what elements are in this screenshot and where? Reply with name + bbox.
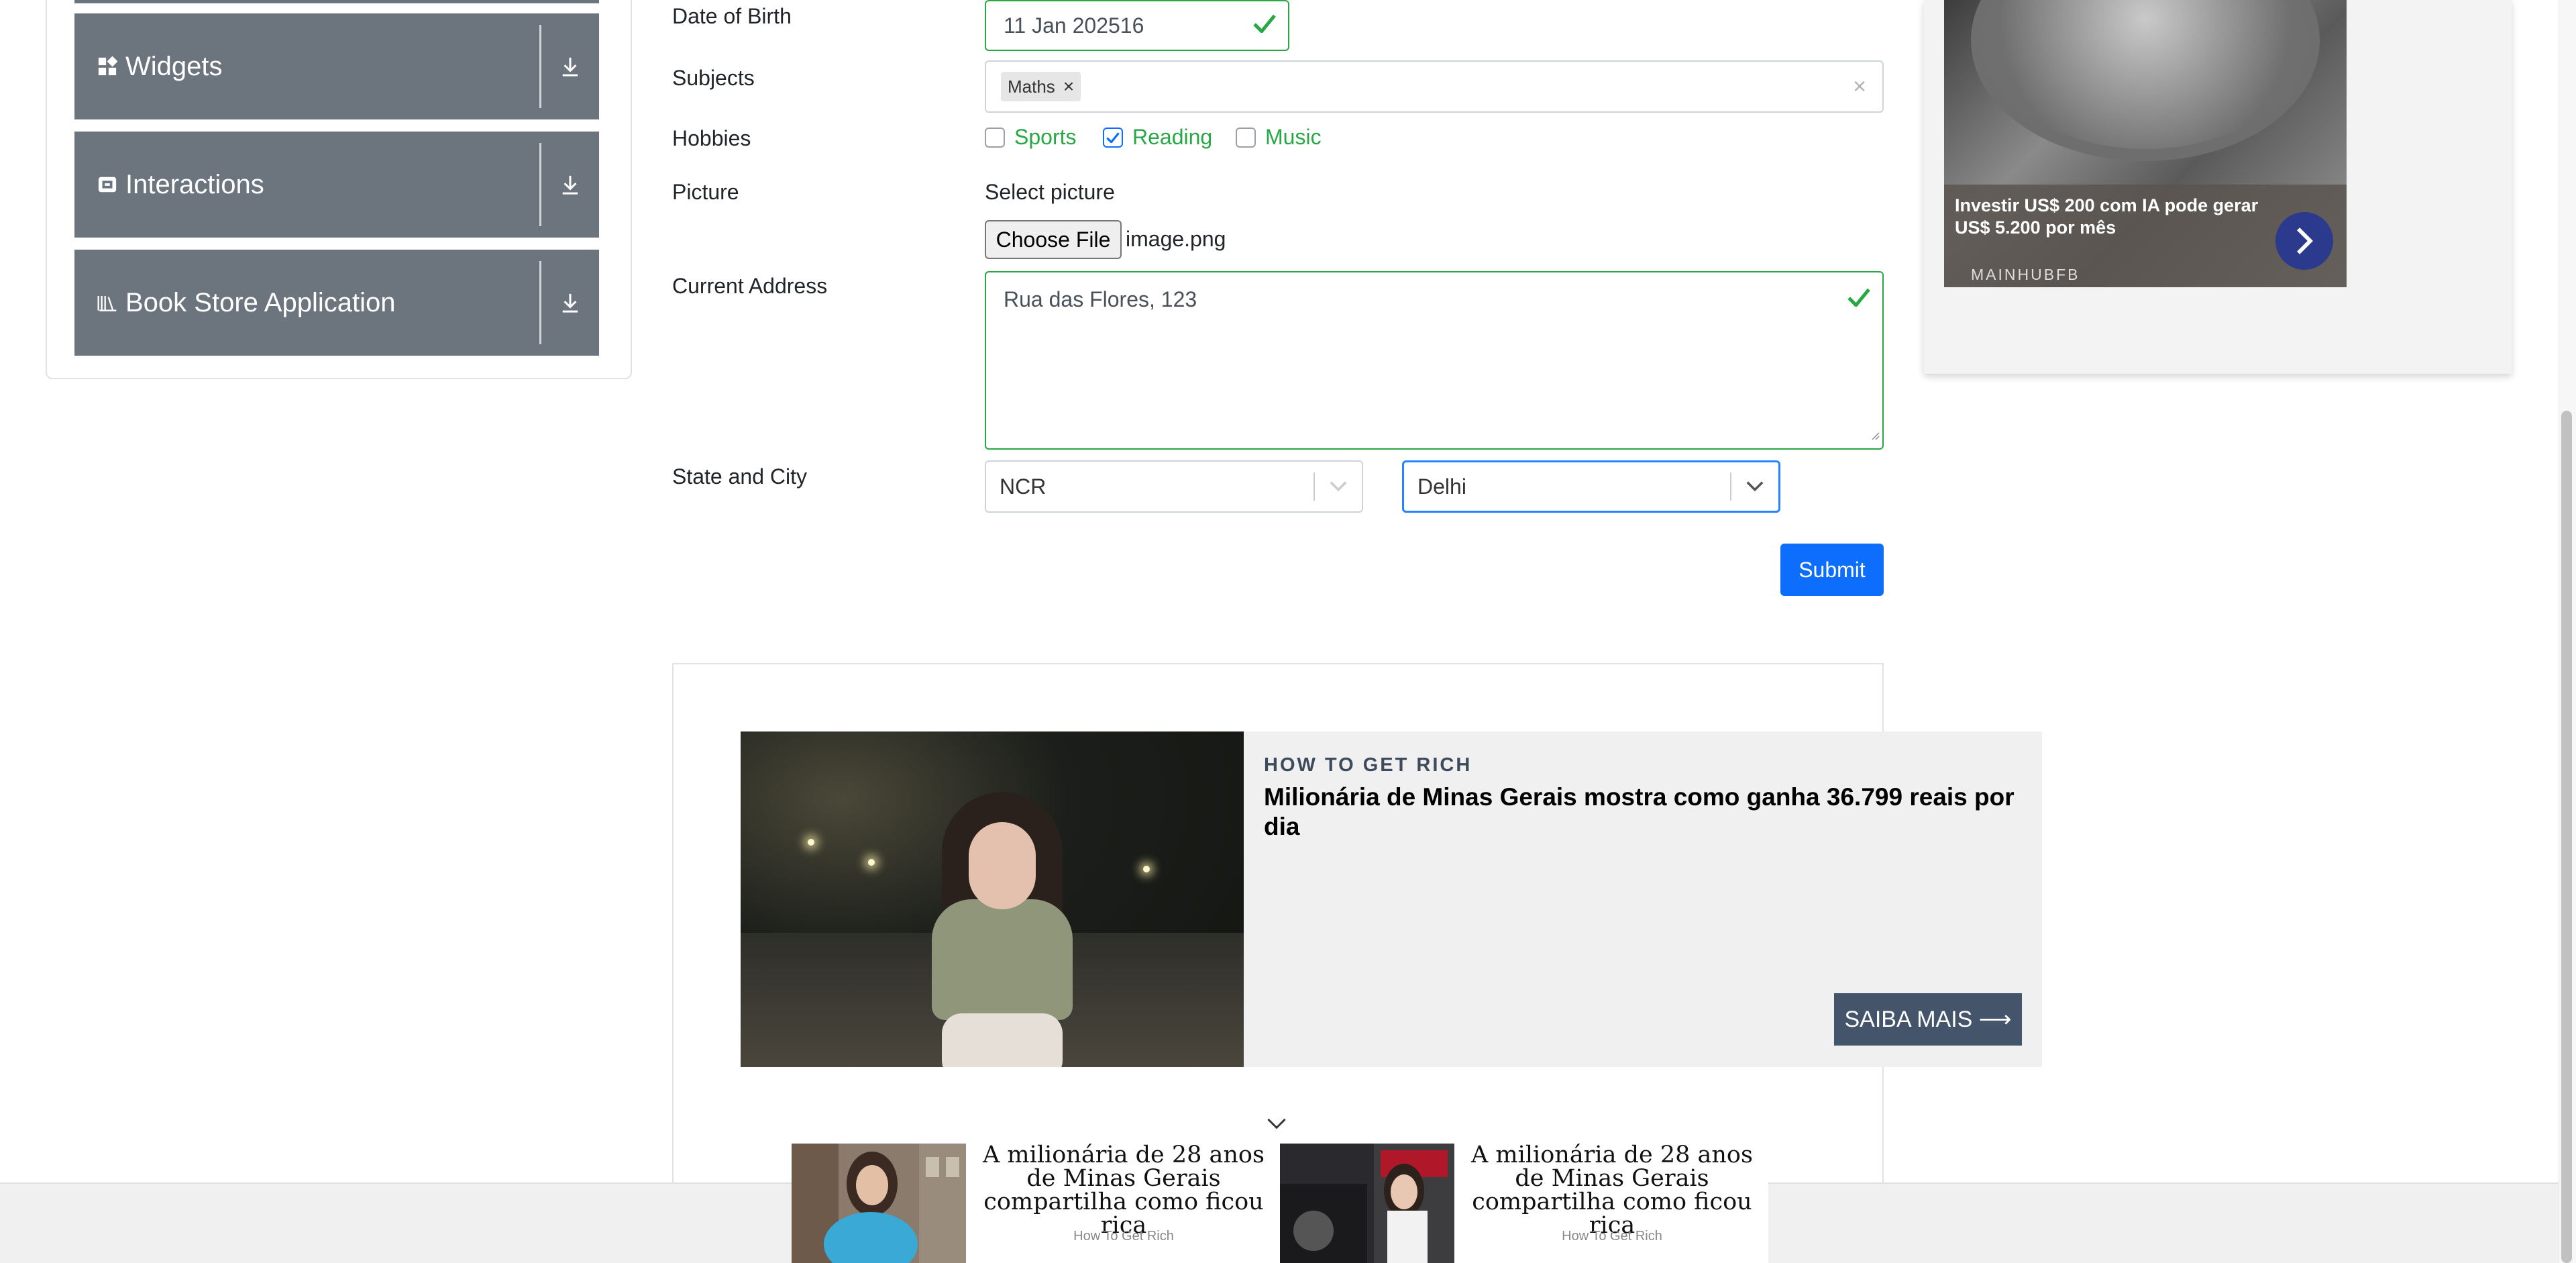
bottom-ad-title: A milionária de 28 anos de Minas Gerais … [983, 1142, 1265, 1239]
hobby-sports[interactable]: Sports [985, 125, 1076, 150]
chip-label: Maths [1008, 76, 1055, 97]
ad-image-figure [969, 822, 1036, 909]
file-name: image.png [1126, 227, 1226, 251]
choose-file-button[interactable]: Choose File [985, 220, 1122, 259]
sidebar-group-label: Interactions [125, 169, 264, 199]
sidebar-group-label: Widgets [125, 51, 223, 81]
download-icon[interactable] [541, 174, 599, 195]
check-icon [1253, 13, 1276, 38]
bottom-ad-card[interactable]: A milionária de 28 anos de Minas Gerais … [1280, 1144, 1768, 1263]
bottom-ad-image [792, 1144, 966, 1263]
clear-icon[interactable]: × [1853, 74, 1866, 100]
ad-cta-button[interactable]: SAIBA MAIS ⟶ [1834, 993, 2022, 1046]
submit-button[interactable]: Submit [1780, 544, 1884, 596]
city-select[interactable]: Delhi [1402, 460, 1780, 513]
sidebar-group-book-store[interactable]: Book Store Application [74, 250, 599, 356]
bottom-ad-image [1280, 1144, 1454, 1263]
chip-remove-icon[interactable]: × [1063, 76, 1074, 97]
checkbox[interactable] [1236, 127, 1256, 148]
hobby-label: Reading [1132, 125, 1213, 149]
ad-image-lamp [1143, 866, 1150, 872]
coin-graphic [1971, 0, 2320, 161]
ad-image-figure [942, 1013, 1063, 1067]
resize-handle-icon[interactable] [1870, 421, 1880, 446]
side-ad-text[interactable]: Investir US$ 200 com IA pode gerar US$ 5… [1955, 195, 2284, 239]
ad-headline[interactable]: Milionária de Minas Gerais mostra como g… [1264, 782, 2022, 842]
chevron-down-icon[interactable] [1267, 1118, 1287, 1133]
ad-image-lamp [868, 859, 875, 866]
ad-image-figure [932, 899, 1073, 1020]
bottom-ad-source: How To Get Rich [1562, 1229, 1662, 1244]
hobby-label: Music [1265, 125, 1322, 149]
chevron-right-icon[interactable] [2275, 212, 2333, 270]
hobby-reading[interactable]: Reading [1103, 125, 1212, 150]
dob-input[interactable]: 11 Jan 202516 [985, 0, 1289, 51]
ad-image-lamp [808, 839, 814, 846]
subject-chip: Maths × [1001, 72, 1081, 101]
city-value: Delhi [1417, 474, 1466, 499]
widgets-icon [97, 56, 117, 77]
sidebar-group-widgets[interactable]: Widgets [74, 13, 599, 119]
hobbies-label: Hobbies [672, 126, 751, 150]
ad-kicker: HOW TO GET RICH [1264, 754, 1472, 776]
interactions-icon [97, 174, 117, 195]
sidebar-group-partial [74, 0, 599, 3]
check-icon [1847, 287, 1870, 312]
hobby-label: Sports [1014, 125, 1077, 149]
picture-hint: Select picture [985, 180, 1115, 204]
hobby-music[interactable]: Music [1236, 125, 1322, 150]
chevron-down-icon[interactable] [1315, 481, 1362, 492]
chevron-down-icon[interactable] [1731, 481, 1778, 492]
state-select[interactable]: NCR [985, 460, 1363, 513]
dob-label: Date of Birth [672, 4, 792, 28]
subjects-input[interactable]: Maths × × [985, 60, 1884, 113]
bottom-ad-title: A milionária de 28 anos de Minas Gerais … [1471, 1142, 1753, 1239]
state-value: NCR [1000, 474, 1046, 499]
sidebar-group-interactions[interactable]: Interactions [74, 132, 599, 238]
address-value: Rua das Flores, 123 [1004, 287, 1197, 311]
subjects-label: Subjects [672, 66, 755, 90]
scrollbar-thumb[interactable] [2561, 411, 2572, 1263]
book-store-icon [97, 293, 117, 313]
checkbox-checked[interactable] [1103, 127, 1123, 148]
download-icon[interactable] [541, 293, 599, 313]
address-textarea[interactable]: Rua das Flores, 123 [985, 271, 1884, 450]
address-label: Current Address [672, 274, 828, 298]
state-city-label: State and City [672, 464, 807, 489]
side-ad-brand: MAINHUBFB [1971, 266, 2080, 283]
bottom-ad-source: How To Get Rich [1073, 1229, 1174, 1244]
ad-image[interactable] [741, 731, 1244, 1067]
checkbox[interactable] [985, 127, 1005, 148]
download-icon[interactable] [541, 56, 599, 77]
sidebar-group-label: Book Store Application [125, 287, 396, 317]
bottom-ad-card[interactable]: A milionária de 28 anos de Minas Gerais … [792, 1144, 1280, 1263]
picture-label: Picture [672, 180, 739, 204]
dob-value: 11 Jan 202516 [1004, 13, 1144, 38]
